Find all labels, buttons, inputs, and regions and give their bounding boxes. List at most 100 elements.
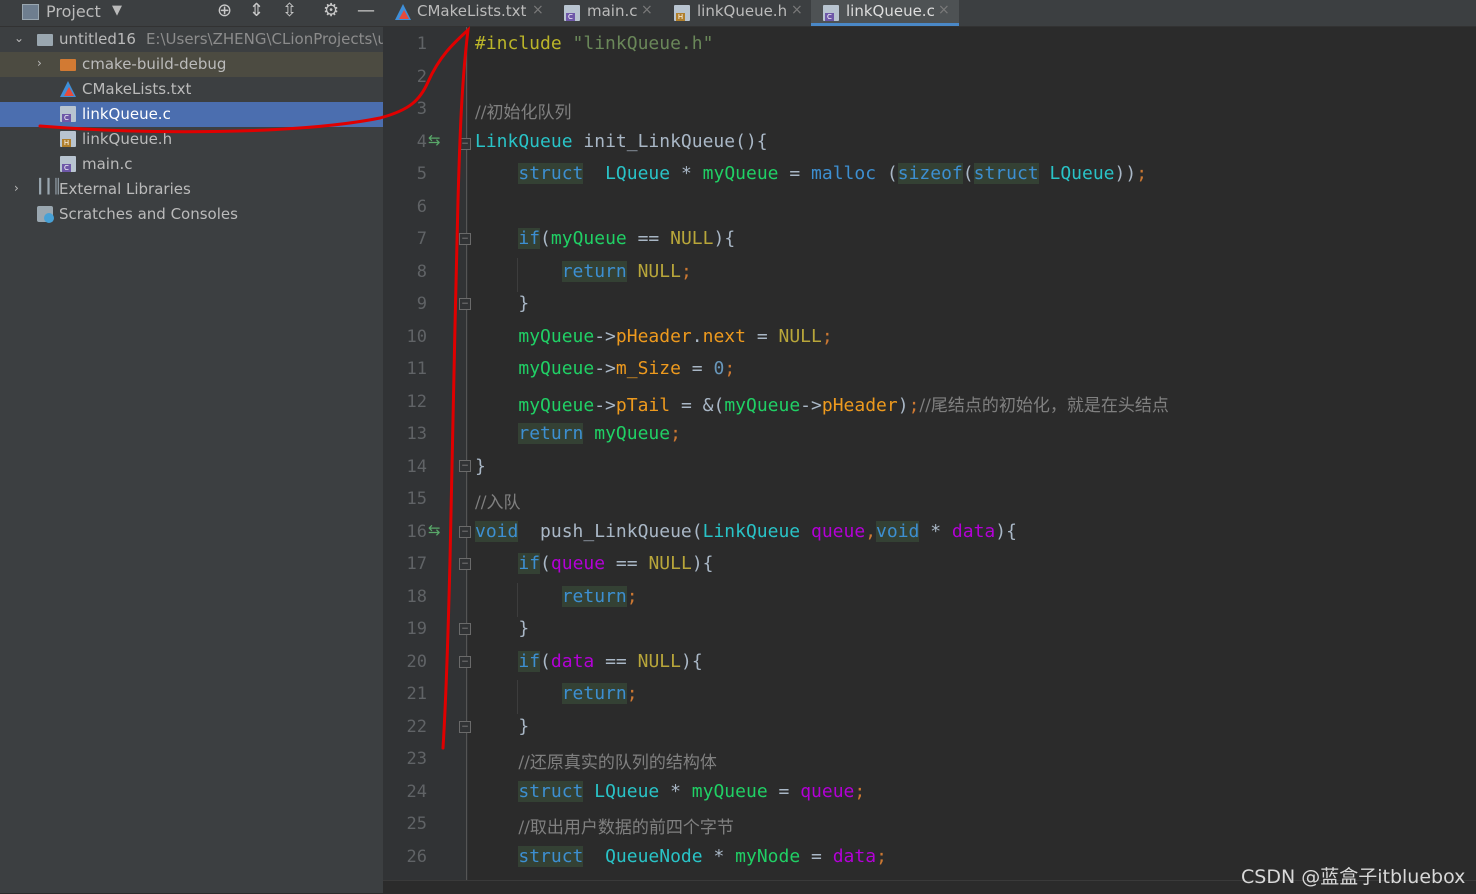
code-line-17[interactable]: if(queue == NULL){ xyxy=(475,553,714,574)
tree-item-label: untitled16 xyxy=(59,30,136,48)
tab-linkqueue-h[interactable]: linkQueue.h × xyxy=(663,0,805,26)
token: queue xyxy=(550,553,606,574)
code-line-5[interactable]: struct LQueue * myQueue = malloc (sizeof… xyxy=(475,163,1147,184)
token: push_LinkQueue xyxy=(540,521,692,542)
crosshair-icon[interactable]: ⊕ xyxy=(217,0,232,21)
fold-icon[interactable]: − xyxy=(459,558,471,570)
code-line-18[interactable]: return; xyxy=(475,586,638,607)
token: return xyxy=(561,683,627,704)
c-file-icon xyxy=(564,5,580,21)
code-line-21[interactable]: return; xyxy=(475,683,638,704)
tree-item-main-c[interactable]: main.c xyxy=(0,152,383,177)
close-icon[interactable]: × xyxy=(641,2,653,18)
code-line-1[interactable]: #include "linkQueue.h" xyxy=(475,33,713,54)
code-line-3[interactable]: //初始化队列 xyxy=(475,98,571,123)
token: = xyxy=(691,358,703,379)
line-number: 21 xyxy=(406,684,427,704)
chevron-down-icon[interactable]: ⌄ xyxy=(14,31,24,45)
line-number: 7 xyxy=(416,229,427,249)
code-line-25[interactable]: //取出用户数据的前四个字节 xyxy=(475,813,733,838)
fold-end-icon[interactable]: − xyxy=(459,298,471,310)
code-line-22[interactable]: } xyxy=(475,716,529,737)
token: myQueue xyxy=(724,395,801,416)
tree-item-linkqueue-h[interactable]: linkQueue.h xyxy=(0,127,383,152)
token: LinkQueue xyxy=(475,131,573,152)
code-line-13[interactable]: return myQueue; xyxy=(475,423,681,444)
token: NULL xyxy=(670,228,714,249)
project-panel-title[interactable]: Project xyxy=(46,2,101,21)
close-icon[interactable]: × xyxy=(791,2,803,18)
h-file-icon xyxy=(60,131,76,147)
implementation-marker-icon[interactable]: ⇆ xyxy=(428,521,441,539)
code-line-10[interactable]: myQueue->pHeader.next = NULL; xyxy=(475,326,832,347)
fold-end-icon[interactable]: − xyxy=(459,623,471,635)
fold-end-icon[interactable]: − xyxy=(459,460,471,472)
tab-label: linkQueue.h xyxy=(697,2,788,20)
project-panel-header: Project ▼ ⊕ ⇕ ⇳ ⚙ — xyxy=(0,0,383,27)
line-number: 19 xyxy=(406,619,427,639)
code-line-19[interactable]: } xyxy=(475,618,529,639)
code-line-24[interactable]: struct LQueue * myQueue = queue; xyxy=(475,781,865,802)
chevron-right-icon[interactable]: › xyxy=(37,56,42,70)
implementation-marker-icon[interactable]: ⇆ xyxy=(428,131,441,149)
line-number: 6 xyxy=(416,197,427,217)
line-number: 10 xyxy=(406,327,427,347)
tab-main-c[interactable]: main.c × xyxy=(553,0,657,26)
line-number: 1 xyxy=(416,34,427,54)
token: * xyxy=(713,846,725,867)
fold-icon[interactable]: − xyxy=(459,526,471,538)
token: myQueue xyxy=(550,228,627,249)
tree-item-label: CMakeLists.txt xyxy=(82,80,192,98)
code-line-9[interactable]: } xyxy=(475,293,529,314)
code-line-20[interactable]: if(data == NULL){ xyxy=(475,651,703,672)
code-line-16[interactable]: void push_LinkQueue(LinkQueue queue,void… xyxy=(475,521,1017,542)
code-line-15[interactable]: //入队 xyxy=(475,488,520,513)
close-icon[interactable]: × xyxy=(532,2,544,18)
token: m_Size xyxy=(615,358,681,379)
expand-icon[interactable]: ⇕ xyxy=(249,0,264,21)
line-number: 16 xyxy=(406,522,427,542)
token: = xyxy=(778,781,790,802)
line-number: 18 xyxy=(406,587,427,607)
tab-linkqueue-c[interactable]: linkQueue.c × xyxy=(811,0,959,26)
fold-end-icon[interactable]: − xyxy=(459,721,471,733)
fold-icon[interactable]: − xyxy=(459,138,471,150)
token: -> xyxy=(800,395,822,416)
chevron-right-icon[interactable]: › xyxy=(14,181,19,195)
tree-item-cmake-build-debug[interactable]: › cmake-build-debug xyxy=(0,52,383,77)
collapse-icon[interactable]: ⇳ xyxy=(282,0,297,21)
tree-item-untitled16[interactable]: ⌄ untitled16 E:\Users\ZHENG\CLionProjects… xyxy=(0,27,387,52)
tree-item-label: External Libraries xyxy=(59,180,191,198)
gear-icon[interactable]: ⚙ xyxy=(323,0,339,21)
token: struct xyxy=(518,846,584,867)
tree-item-scratches[interactable]: Scratches and Consoles xyxy=(0,202,383,227)
tab-cmakelists[interactable]: CMakeLists.txt × xyxy=(383,0,548,26)
code-line-26[interactable]: struct QueueNode * myNode = data; xyxy=(475,846,887,867)
token: myQueue xyxy=(518,326,595,347)
token: struct xyxy=(518,781,584,802)
project-view-icon xyxy=(22,4,39,20)
line-number: 4 xyxy=(416,132,427,152)
minimize-icon[interactable]: — xyxy=(357,0,375,21)
chevron-down-icon[interactable]: ▼ xyxy=(112,3,122,18)
code-line-23[interactable]: //还原真实的队列的结构体 xyxy=(475,748,716,773)
comment: //入队 xyxy=(475,493,521,513)
fold-icon[interactable]: − xyxy=(459,233,471,245)
c-file-icon xyxy=(823,5,839,21)
code-line-4[interactable]: LinkQueue init_LinkQueue(){ xyxy=(475,131,768,152)
fold-icon[interactable]: − xyxy=(459,656,471,668)
token: myQueue xyxy=(691,781,768,802)
tree-item-cmakelists[interactable]: CMakeLists.txt xyxy=(0,77,383,102)
code-line-14[interactable]: } xyxy=(475,456,486,477)
tree-item-external-libraries[interactable]: › ┃┃║ External Libraries xyxy=(0,177,383,202)
close-icon[interactable]: × xyxy=(938,2,950,18)
code-line-11[interactable]: myQueue->m_Size = 0; xyxy=(475,358,735,379)
token: myQueue xyxy=(518,395,595,416)
cmake-icon xyxy=(60,81,76,97)
token: NULL xyxy=(637,651,681,672)
code-line-8[interactable]: return NULL; xyxy=(475,261,692,282)
token: data xyxy=(832,846,877,867)
tree-item-linkqueue-c[interactable]: linkQueue.c xyxy=(0,102,383,127)
code-line-12[interactable]: myQueue->pTail = &(myQueue->pHeader);//尾… xyxy=(475,391,1169,416)
code-line-7[interactable]: if(myQueue == NULL){ xyxy=(475,228,735,249)
